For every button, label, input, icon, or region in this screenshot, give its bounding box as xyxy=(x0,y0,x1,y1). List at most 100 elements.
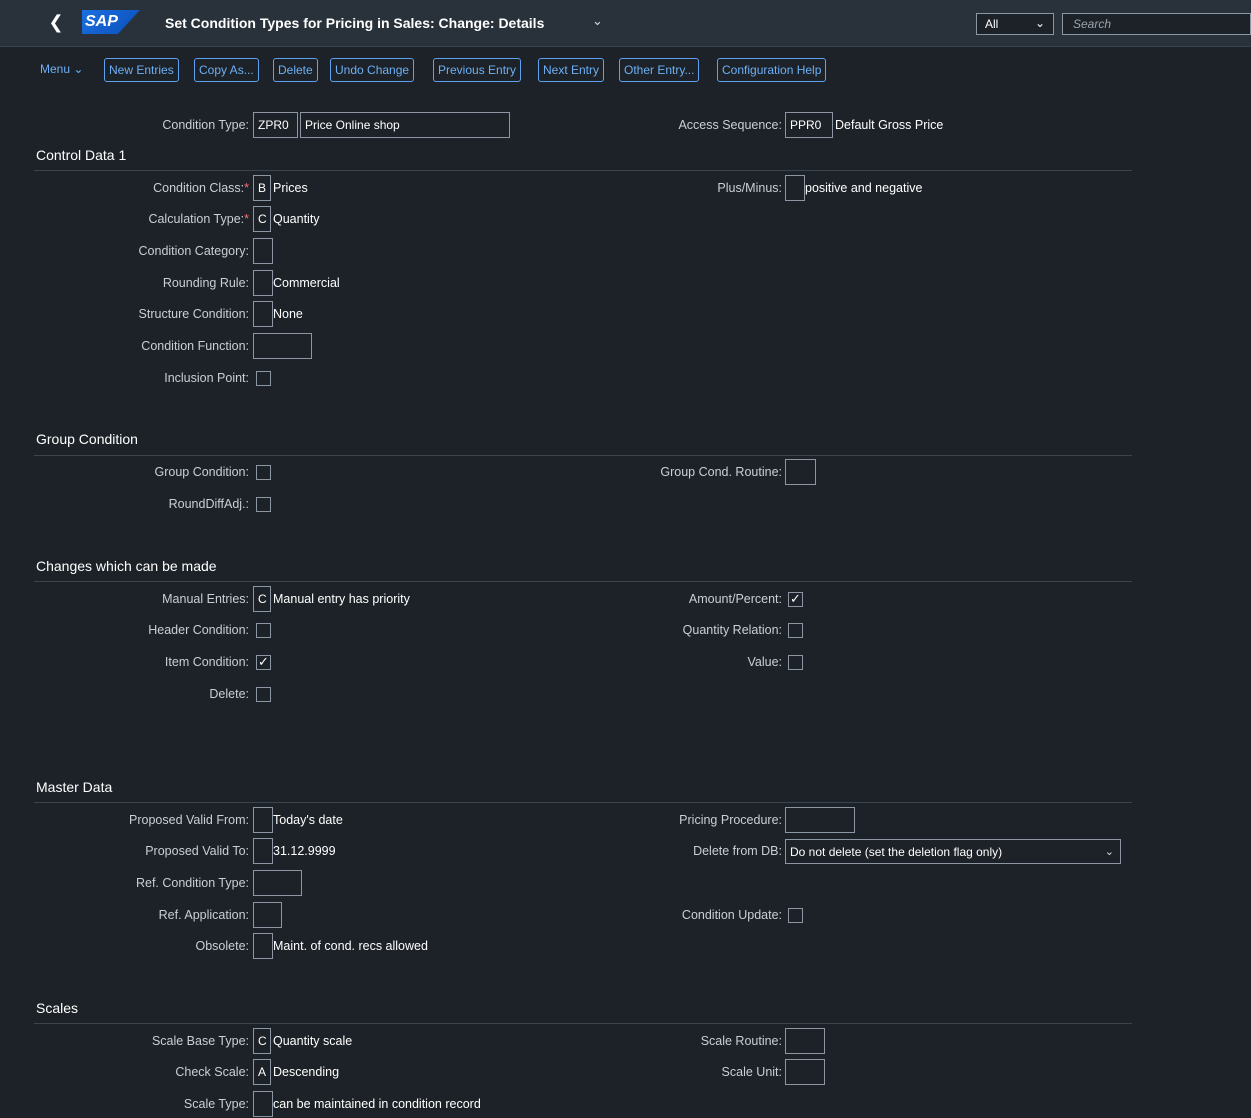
round-diff-adj-label: RoundDiffAdj.: xyxy=(168,497,249,511)
chevron-down-icon: ⌄ xyxy=(1034,16,1045,30)
configuration-help-button[interactable]: Configuration Help xyxy=(717,58,827,82)
scale-routine-field[interactable] xyxy=(785,1028,825,1054)
scale-type-label: Scale Type: xyxy=(183,1097,249,1111)
plus-minus-field[interactable] xyxy=(785,175,805,201)
condition-category-field[interactable] xyxy=(253,238,273,264)
section-title-group-condition: Group Condition xyxy=(36,431,138,447)
scale-type-field[interactable] xyxy=(253,1091,273,1117)
valid-to-desc: 31.12.9999 xyxy=(273,844,336,858)
amount-percent-checkbox[interactable] xyxy=(788,591,803,607)
chevron-down-icon: ⌄ xyxy=(73,62,84,76)
condition-class-label: Condition Class:* xyxy=(153,181,249,195)
section-divider xyxy=(34,581,1132,582)
ref-application-field[interactable] xyxy=(253,902,282,928)
condition-update-checkbox[interactable] xyxy=(788,908,803,923)
access-sequence-field[interactable]: PPR0 xyxy=(785,112,833,138)
group-cond-routine-field[interactable] xyxy=(785,459,816,485)
shell-bar: ❮ SAP Set Condition Types for Pricing in… xyxy=(0,0,1251,47)
search-scope-select[interactable]: All ⌄ xyxy=(976,13,1054,35)
delete-button[interactable]: Delete xyxy=(273,58,318,82)
valid-from-desc: Today's date xyxy=(273,813,343,827)
quantity-relation-label: Quantity Relation: xyxy=(682,623,782,637)
access-sequence-label: Access Sequence: xyxy=(678,118,782,132)
scale-type-desc: can be maintained in condition record xyxy=(273,1097,481,1111)
menu-button[interactable]: Menu ⌄ xyxy=(40,62,83,76)
check-scale-field[interactable]: A xyxy=(253,1059,271,1085)
rounding-rule-field[interactable] xyxy=(253,270,273,296)
item-condition-checkbox[interactable] xyxy=(256,654,271,670)
other-entry-button[interactable]: Other Entry... xyxy=(619,58,700,82)
condition-class-desc: Prices xyxy=(273,181,308,195)
undo-change-button[interactable]: Undo Change xyxy=(330,58,415,82)
structure-condition-label: Structure Condition: xyxy=(138,307,249,321)
previous-entry-button[interactable]: Previous Entry xyxy=(433,58,522,82)
condition-type-code-field[interactable]: ZPR0 xyxy=(253,112,298,138)
scale-base-type-desc: Quantity scale xyxy=(273,1034,353,1048)
condition-update-label: Condition Update: xyxy=(681,908,782,922)
condition-function-label: Condition Function: xyxy=(141,339,249,353)
delete-checkbox[interactable] xyxy=(256,687,271,702)
structure-condition-field[interactable] xyxy=(253,301,273,327)
group-condition-checkbox[interactable] xyxy=(256,465,271,480)
condition-type-label: Condition Type: xyxy=(162,118,249,132)
check-scale-label: Check Scale: xyxy=(175,1065,249,1079)
chevron-down-icon: ⌄ xyxy=(1104,846,1114,858)
calculation-type-desc: Quantity xyxy=(273,212,320,226)
condition-category-label: Condition Category: xyxy=(138,244,249,258)
ref-condition-type-field[interactable] xyxy=(253,870,302,896)
section-title-scales: Scales xyxy=(36,1000,79,1016)
manual-entries-field[interactable]: C xyxy=(253,586,271,612)
inclusion-point-checkbox[interactable] xyxy=(256,371,271,386)
check-scale-desc: Descending xyxy=(273,1065,340,1079)
delete-from-db-select[interactable]: Do not delete (set the deletion flag onl… xyxy=(785,839,1121,864)
ref-application-label: Ref. Application: xyxy=(158,908,249,922)
search-input[interactable]: Search xyxy=(1062,13,1251,35)
copy-as-button[interactable]: Copy As... xyxy=(194,58,259,82)
pricing-procedure-field[interactable] xyxy=(785,807,855,833)
pricing-procedure-label: Pricing Procedure: xyxy=(679,813,782,827)
valid-to-field[interactable] xyxy=(253,838,273,864)
header-condition-label: Header Condition: xyxy=(148,623,249,637)
obsolete-desc: Maint. of cond. recs allowed xyxy=(273,939,428,953)
section-title-master-data: Master Data xyxy=(36,779,113,795)
scale-unit-field[interactable] xyxy=(785,1059,825,1085)
delete-from-db-value: Do not delete (set the deletion flag onl… xyxy=(790,845,1003,859)
manual-entries-desc: Manual entry has priority xyxy=(273,592,410,606)
scale-base-type-label: Scale Base Type: xyxy=(151,1034,249,1048)
delete-from-db-label: Delete from DB: xyxy=(693,844,782,858)
round-diff-adj-checkbox[interactable] xyxy=(256,497,271,512)
header-condition-checkbox[interactable] xyxy=(256,623,271,638)
value-checkbox[interactable] xyxy=(788,655,803,670)
condition-type-name-field[interactable]: Price Online shop xyxy=(300,112,510,138)
quantity-relation-checkbox[interactable] xyxy=(788,623,803,638)
condition-class-field[interactable]: B xyxy=(253,175,271,201)
valid-from-field[interactable] xyxy=(253,807,273,833)
sap-logo: SAP xyxy=(82,10,140,34)
chevron-down-icon[interactable]: ⌄ xyxy=(592,13,603,29)
obsolete-label: Obsolete: xyxy=(195,939,249,953)
inclusion-point-label: Inclusion Point: xyxy=(164,371,249,385)
structure-condition-desc: None xyxy=(273,307,303,321)
obsolete-field[interactable] xyxy=(253,933,273,959)
section-title-control-data: Control Data 1 xyxy=(36,147,127,163)
next-entry-button[interactable]: Next Entry xyxy=(538,58,605,82)
group-condition-label: Group Condition: xyxy=(154,465,249,479)
new-entries-button[interactable]: New Entries xyxy=(104,58,179,82)
app-title[interactable]: Set Condition Types for Pricing in Sales… xyxy=(165,15,544,31)
group-cond-routine-label: Group Cond. Routine: xyxy=(660,465,782,479)
calculation-type-field[interactable]: C xyxy=(253,206,271,232)
search-scope-value: All xyxy=(985,17,999,31)
back-icon[interactable]: ❮ xyxy=(46,12,66,32)
valid-from-label: Proposed Valid From: xyxy=(129,813,249,827)
scale-routine-label: Scale Routine: xyxy=(700,1034,782,1048)
menu-label: Menu xyxy=(40,62,71,76)
condition-function-field[interactable] xyxy=(253,333,312,359)
rounding-rule-label: Rounding Rule: xyxy=(162,276,249,290)
section-divider xyxy=(34,455,1132,456)
amount-percent-label: Amount/Percent: xyxy=(688,592,782,606)
section-divider xyxy=(34,170,1132,171)
value-label: Value: xyxy=(747,655,782,669)
required-asterisk-icon: * xyxy=(244,181,249,195)
scale-base-type-field[interactable]: C xyxy=(253,1028,271,1054)
required-asterisk-icon: * xyxy=(244,212,249,226)
